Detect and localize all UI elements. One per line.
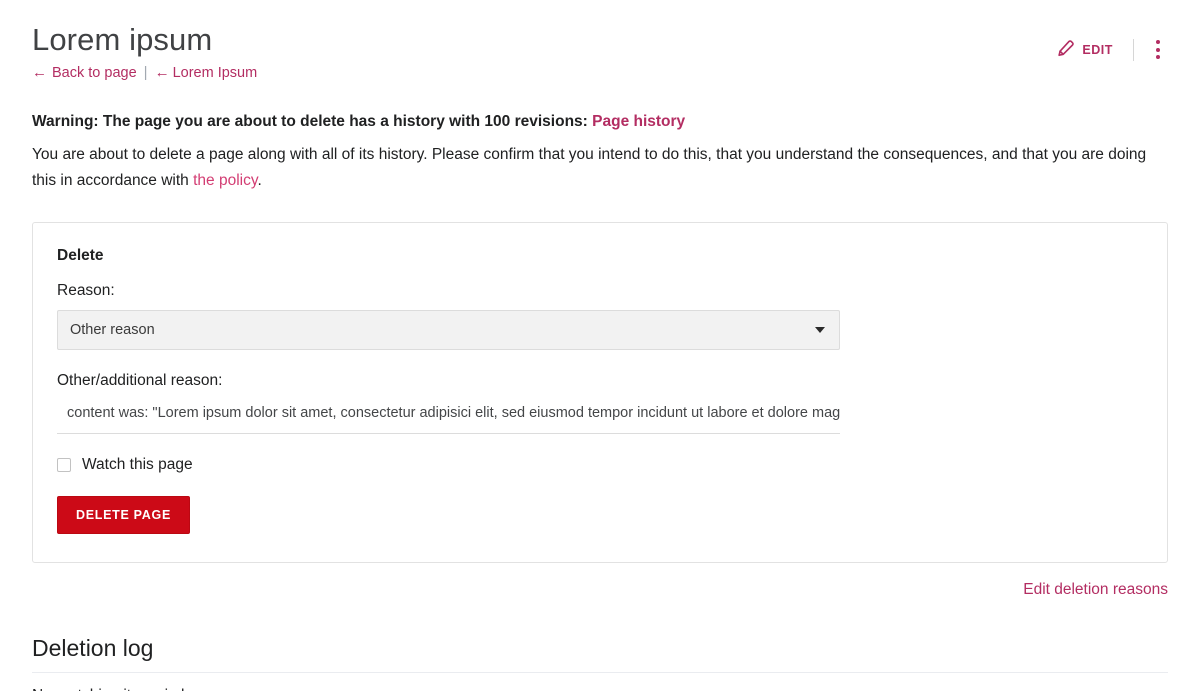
parent-page-link[interactable]: ← Lorem Ipsum	[155, 65, 258, 81]
other-reason-input[interactable]	[57, 399, 840, 434]
arrow-left-icon: ←	[32, 63, 47, 81]
policy-link[interactable]: the policy	[193, 172, 257, 189]
page-title: Lorem ipsum	[32, 22, 213, 57]
watch-this-page-label: Watch this page	[82, 455, 193, 473]
breadcrumb: ← Back to page | ← Lorem Ipsum	[32, 65, 1050, 81]
delete-page-button[interactable]: DELETE PAGE	[57, 495, 190, 534]
reason-select-value: Other reason	[70, 321, 155, 338]
reason-select[interactable]: Other reason	[57, 309, 840, 350]
delete-form-heading: Delete	[57, 246, 104, 264]
watch-this-page-checkbox[interactable]	[57, 457, 71, 472]
arrow-left-icon: ←	[154, 63, 170, 81]
edit-button-label: EDIT	[1082, 42, 1113, 57]
page-header: Lorem ipsum ← Back to page | ← Lorem Ipsum…	[32, 0, 1168, 80]
header-actions: EDIT	[1050, 22, 1168, 65]
delete-page-screen: Lorem ipsum ← Back to page | ← Lorem Ipsum…	[0, 0, 1200, 691]
other-reason-label: Other/additional reason:	[57, 371, 223, 389]
header-divider	[1133, 38, 1134, 61]
intro-paragraph: You are about to delete a page along wit…	[32, 142, 1168, 192]
pencil-icon	[1056, 39, 1075, 61]
edit-button[interactable]: EDIT	[1050, 35, 1119, 65]
watch-this-page-row[interactable]: Watch this page	[57, 456, 193, 474]
reason-label: Reason:	[57, 281, 115, 299]
title-block: Lorem ipsum ← Back to page | ← Lorem Ipsum	[32, 22, 1050, 80]
edit-deletion-reasons-link[interactable]: Edit deletion reasons	[1023, 581, 1168, 598]
delete-form-card: Delete Reason: Other reason Other/additi…	[32, 221, 1168, 563]
deletion-log-heading: Deletion log	[32, 634, 154, 661]
chevron-down-icon	[815, 326, 825, 333]
edit-deletion-reasons-row: Edit deletion reasons	[32, 581, 1168, 599]
page-history-link[interactable]: Page history	[592, 113, 685, 130]
warning-text: Warning: The page you are about to delet…	[32, 113, 588, 131]
kebab-menu-icon[interactable]	[1148, 34, 1168, 65]
parent-page-label: Lorem Ipsum	[172, 64, 258, 81]
breadcrumb-separator: |	[143, 63, 148, 81]
back-to-page-link[interactable]: ← Back to page	[32, 65, 137, 81]
back-to-page-label: Back to page	[52, 64, 137, 81]
deletion-log-divider	[32, 672, 1168, 674]
deletion-log-empty-message: No matching items in log.	[32, 687, 1168, 691]
intro-text-after: .	[257, 171, 262, 189]
warning-message: Warning: The page you are about to delet…	[32, 110, 1168, 133]
